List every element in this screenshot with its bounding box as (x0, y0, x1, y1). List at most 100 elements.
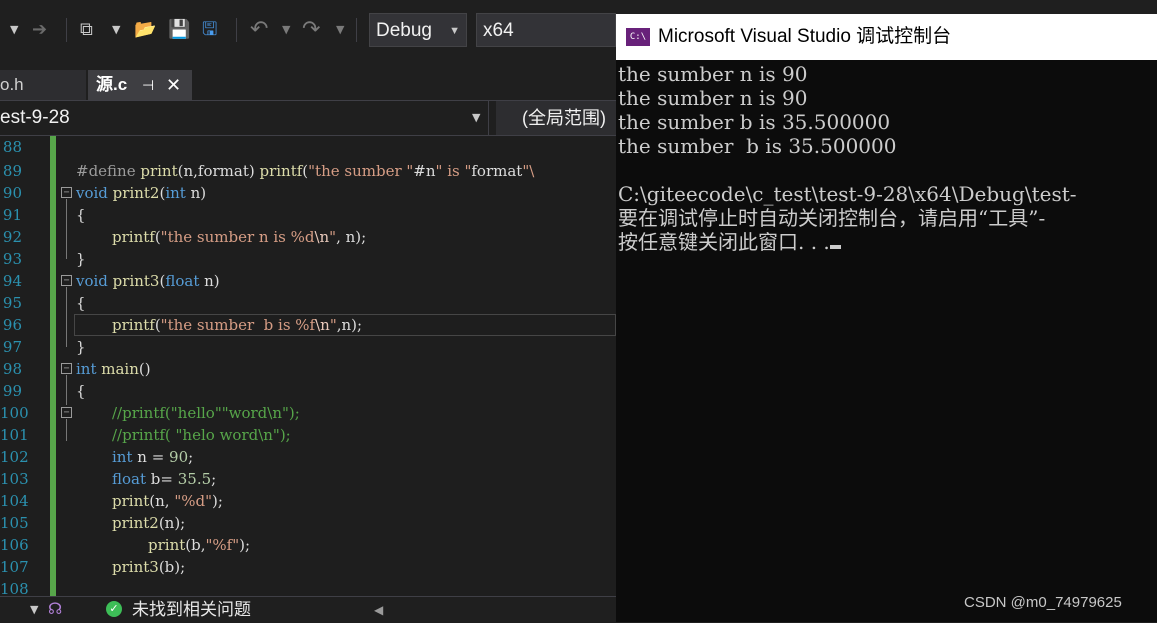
code-line: } (76, 250, 86, 268)
console-output-line: the sumber b is 35.500000 (618, 110, 891, 134)
code-line: print(n, "%d"); (112, 492, 223, 510)
fold-guide (66, 419, 67, 441)
save-all-icon[interactable]: 🖫 (202, 16, 217, 44)
configuration-select[interactable]: Debug ▼ (369, 13, 467, 47)
line-number: 101 (0, 426, 29, 444)
line-number: 104 (0, 492, 29, 510)
code-editor[interactable]: 88 89 90 91 92 93 94 95 96 97 98 99 100 … (0, 136, 616, 596)
line-number: 96 (2, 316, 22, 334)
line-number: 103 (0, 470, 29, 488)
zoom-dropdown-icon[interactable]: ▼ (30, 599, 38, 621)
scope-dropdown[interactable]: (全局范围) (496, 101, 616, 135)
project-name: est-9-28 (0, 107, 70, 128)
code-line: { (76, 206, 86, 224)
redo-icon[interactable]: ↷ (302, 16, 320, 44)
line-number: 108 (0, 580, 29, 596)
console-output-line: the sumber b is 35.500000 (618, 134, 897, 158)
code-line: print2(n); (112, 514, 186, 532)
code-line: } (76, 338, 86, 356)
code-line: int main() (76, 360, 151, 378)
save-icon[interactable]: 💾 (168, 16, 190, 44)
console-title-bar[interactable]: C:\ Microsoft Visual Studio 调试控制台 (616, 14, 1157, 60)
intellicode-icon[interactable]: ☊ (48, 597, 62, 621)
collapse-icon[interactable]: − (61, 187, 72, 198)
scope-label: (全局范围) (522, 108, 606, 128)
code-line: void print3(float n) (76, 272, 220, 290)
project-dropdown[interactable]: est-9-28 ▼ (0, 101, 489, 135)
line-number: 93 (2, 250, 22, 268)
code-line: printf("the sumber b is %f\n",n); (112, 316, 363, 334)
code-line: { (76, 382, 86, 400)
toolbar-separator (356, 18, 357, 42)
configuration-value: Debug (376, 20, 432, 41)
console-app-icon: C:\ (626, 28, 650, 46)
new-project-icon[interactable]: ⧉ (80, 16, 93, 44)
line-number: 90 (2, 184, 22, 202)
line-number: 98 (2, 360, 22, 378)
watermark: CSDN @m0_74979625 (964, 594, 1122, 611)
console-output-line: 要在调试停止时自动关闭控制台，请启用“工具”- (618, 206, 1046, 230)
code-line: void print2(int n) (76, 184, 207, 202)
editor-status-bar: ▼ ☊ ✓ 未找到相关问题 ◀ (0, 596, 616, 622)
line-number: 105 (0, 514, 29, 532)
check-icon: ✓ (106, 601, 122, 617)
navigate-forward-icon[interactable]: ➔ (32, 16, 47, 44)
line-number: 95 (2, 294, 22, 312)
tab-header-file[interactable]: o.h (0, 70, 86, 100)
line-number: 91 (2, 206, 22, 224)
code-line: //printf( "helo word\n"); (112, 426, 291, 444)
console-output-line: the sumber n is 90 (618, 86, 808, 110)
text-cursor (829, 245, 841, 249)
tab-label: o.h (0, 75, 24, 94)
navigation-bar: est-9-28 ▼ (全局范围) (0, 100, 616, 136)
console-output-line: the sumber n is 90 (618, 62, 808, 86)
line-number: 100 (0, 404, 29, 422)
redo-dropdown-icon[interactable]: ▼ (336, 16, 344, 44)
code-line: { (76, 294, 86, 312)
line-number: 94 (2, 272, 22, 290)
undo-dropdown-icon[interactable]: ▼ (282, 16, 290, 44)
open-folder-icon[interactable]: 📂 (134, 16, 156, 44)
line-number: 89 (2, 162, 22, 180)
pin-icon[interactable]: ⊣ (142, 70, 154, 100)
line-number: 97 (2, 338, 22, 356)
console-title: Microsoft Visual Studio 调试控制台 (658, 26, 952, 47)
scroll-left-icon[interactable]: ◀ (374, 597, 383, 623)
debug-console-window[interactable]: C:\ Microsoft Visual Studio 调试控制台 the su… (616, 14, 1157, 622)
console-prompt-text: 按任意键关闭此窗口. . . (618, 230, 830, 254)
code-line: #define print(n,format) printf("the sumb… (76, 162, 535, 180)
code-line: //printf("hello""word\n"); (112, 404, 300, 422)
dropdown-arrow-icon[interactable]: ▼ (10, 16, 18, 44)
toolbar-separator (66, 18, 67, 42)
collapse-icon[interactable]: − (61, 407, 72, 418)
issues-status[interactable]: 未找到相关问题 (132, 597, 251, 623)
change-tracking-bar (50, 136, 56, 596)
platform-value: x64 (483, 20, 514, 41)
code-line: int n = 90; (112, 448, 194, 466)
code-line: float b= 35.5; (112, 470, 217, 488)
undo-icon[interactable]: ↶ (250, 16, 268, 44)
collapse-icon[interactable]: − (61, 363, 72, 374)
chevron-down-icon: ▼ (449, 25, 460, 37)
line-number: 107 (0, 558, 29, 576)
fold-guide (66, 199, 67, 259)
tab-label: 源.c (96, 75, 128, 94)
line-number: 102 (0, 448, 29, 466)
console-output-line: C:\giteecode\c_test\test-9-28\x64\Debug\… (618, 182, 1077, 206)
code-line: print3(b); (112, 558, 186, 576)
line-number: 92 (2, 228, 22, 246)
code-line: printf("the sumber n is %d\n", n); (112, 228, 367, 246)
fold-guide (66, 287, 67, 347)
chevron-down-icon: ▼ (472, 111, 481, 124)
new-project-dropdown-icon[interactable]: ▼ (112, 16, 120, 44)
collapse-icon[interactable]: − (61, 275, 72, 286)
tab-source-file[interactable]: 源.c ⊣ ✕ (88, 70, 192, 100)
line-number: 88 (2, 138, 22, 156)
code-line: print(b,"%f"); (148, 536, 251, 554)
line-number: 99 (2, 382, 22, 400)
document-tabs: o.h 源.c ⊣ ✕ (0, 64, 616, 100)
platform-select[interactable]: x64 (476, 13, 616, 47)
fold-guide (66, 375, 67, 405)
console-output-line: 按任意键关闭此窗口. . . (618, 230, 841, 254)
close-icon[interactable]: ✕ (166, 70, 181, 100)
